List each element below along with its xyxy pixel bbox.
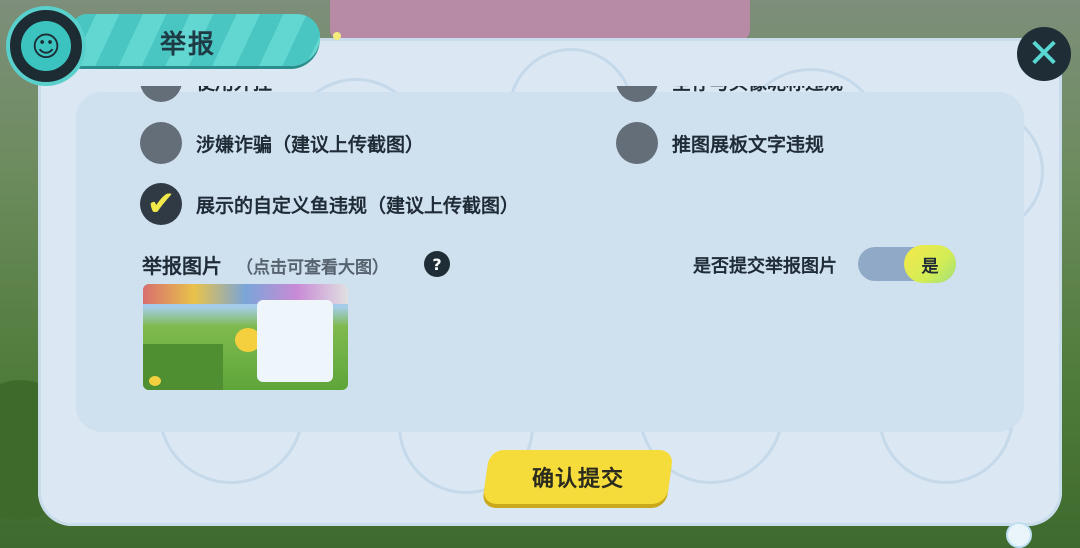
option-radio[interactable] bbox=[140, 122, 182, 164]
submit-image-label: 是否提交举报图片 bbox=[693, 256, 837, 277]
option-radio[interactable] bbox=[140, 86, 182, 102]
report-image-title: 举报图片 bbox=[142, 254, 222, 278]
option-radio[interactable] bbox=[616, 86, 658, 102]
option-label: 推图展板文字违规 bbox=[672, 133, 825, 156]
page-title: 举报 bbox=[160, 30, 217, 60]
option-board-text[interactable]: 推图展板文字违规 bbox=[616, 122, 824, 164]
option-row-partial-right[interactable]: 全存与头像昵称违规 bbox=[616, 86, 916, 102]
option-label: 展示的自定义鱼违规（建议上传截图） bbox=[196, 194, 520, 217]
confirm-submit-label: 确认提交 bbox=[531, 467, 624, 492]
option-radio-checked[interactable]: ✔ bbox=[140, 183, 182, 225]
close-button[interactable]: ✕ bbox=[1017, 27, 1071, 81]
close-icon: ✕ bbox=[1027, 31, 1061, 77]
option-custom-fish[interactable]: ✔ 展示的自定义鱼违规（建议上传截图） bbox=[140, 183, 519, 225]
confirm-submit-button[interactable]: 确认提交 bbox=[482, 450, 674, 504]
option-label: 全存与头像昵称违规 bbox=[672, 86, 843, 95]
option-radio[interactable] bbox=[616, 122, 658, 164]
option-fraud[interactable]: 涉嫌诈骗（建议上传截图） bbox=[140, 122, 424, 164]
checkmark-icon: ✔ bbox=[146, 184, 176, 224]
option-label: 涉嫌诈骗（建议上传截图） bbox=[196, 133, 425, 156]
decor-dot bbox=[1006, 522, 1032, 548]
avatar-face-icon: ☺ bbox=[21, 21, 71, 71]
help-icon[interactable]: ? bbox=[424, 251, 450, 277]
option-row-partial-left[interactable]: 使用外挂 bbox=[140, 86, 440, 102]
decor-dot bbox=[333, 32, 341, 40]
option-label: 使用外挂 bbox=[196, 86, 272, 95]
report-image-hint: （点击可查看大图） bbox=[236, 258, 389, 278]
avatar: ☺ bbox=[6, 6, 86, 86]
submit-image-toggle-knob[interactable]: 是 bbox=[904, 245, 956, 283]
background-scenery bbox=[330, 0, 750, 40]
report-screenshot-thumbnail[interactable] bbox=[143, 284, 348, 390]
